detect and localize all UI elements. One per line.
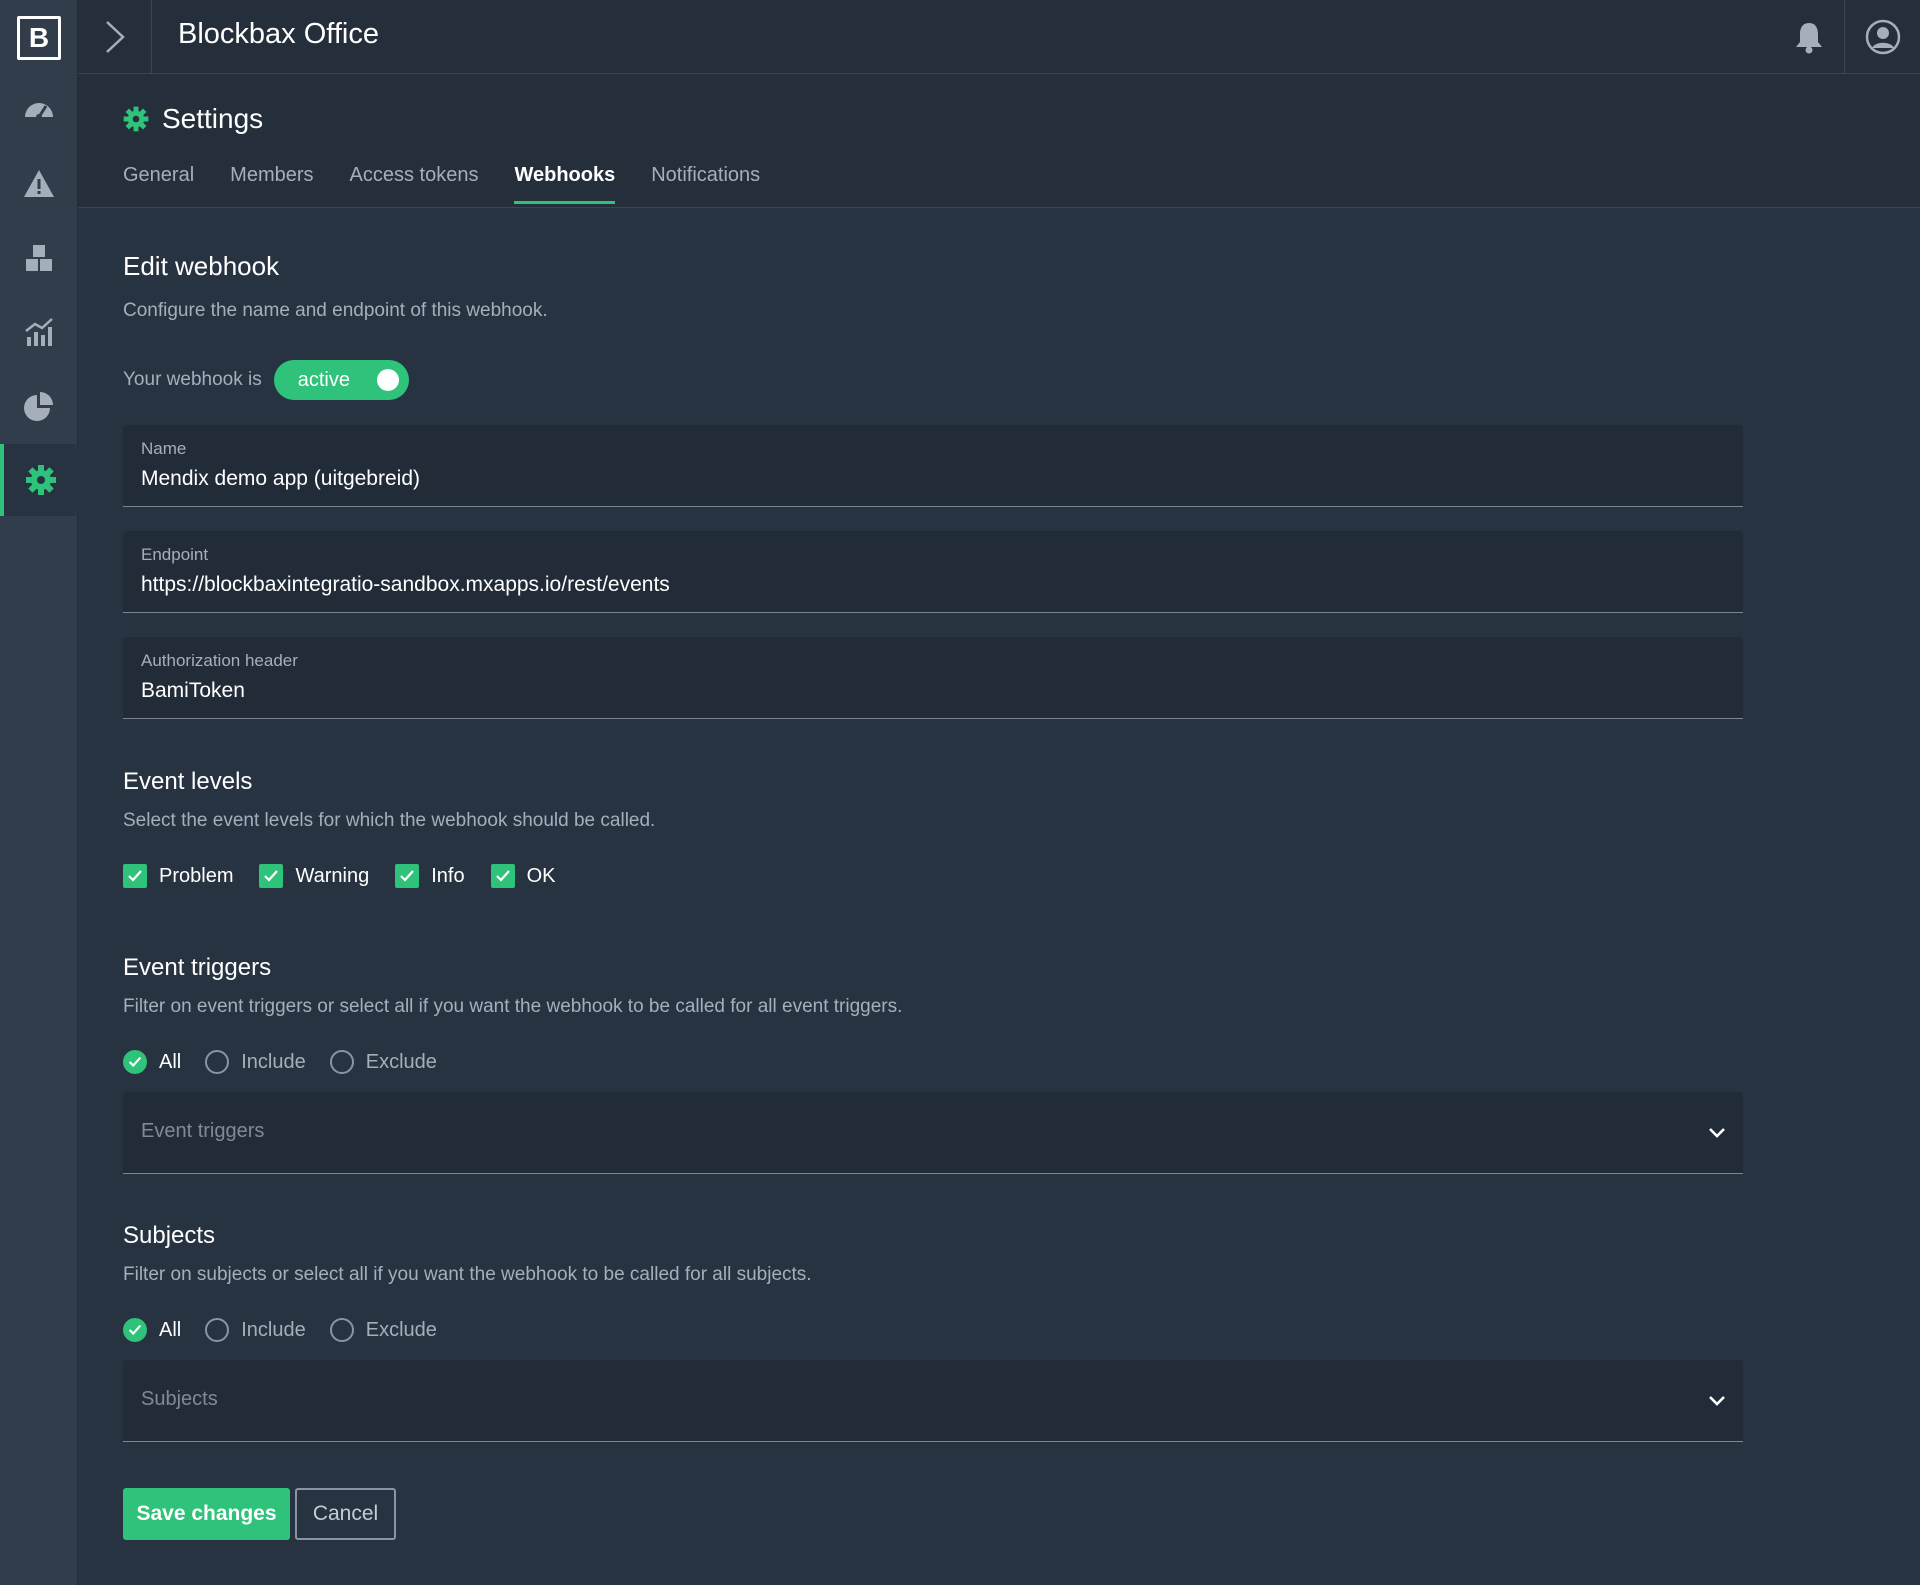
tab-members[interactable]: Members (230, 164, 313, 204)
form-title: Edit webhook (123, 251, 280, 281)
blocks-icon (26, 245, 52, 271)
event-levels-checkboxes: Problem Warning Info OK (123, 864, 581, 888)
chevron-right-icon (105, 21, 125, 53)
authorization-header-input[interactable]: BamiToken (141, 679, 1701, 703)
app-title: Blockbax Office (178, 18, 379, 50)
speedometer-icon (25, 103, 53, 120)
sidebar-item-subjects[interactable] (0, 222, 78, 294)
sidebar-item-dashboard[interactable] (0, 74, 78, 146)
checkbox-warning[interactable]: Warning (259, 864, 369, 888)
logo-letter: B (28, 22, 50, 53)
page-title: Settings (122, 103, 263, 135)
checkbox-problem[interactable]: Problem (123, 864, 233, 888)
toggle-knob (376, 369, 399, 391)
bell-icon (1796, 23, 1822, 54)
endpoint-input[interactable]: https://blockbaxintegratio-sandbox.mxapp… (141, 573, 1701, 597)
subjects-select[interactable]: Subjects (123, 1360, 1743, 1442)
radio-unselected-icon (205, 1050, 230, 1074)
radio-triggers-all[interactable]: All (123, 1050, 181, 1074)
name-field[interactable]: Name Mendix demo app (uitgebreid) (123, 425, 1743, 507)
expand-sidebar-button[interactable] (78, 0, 152, 74)
radio-selected-icon (123, 1318, 147, 1342)
radio-triggers-include[interactable]: Include (205, 1050, 306, 1074)
chevron-down-icon (1709, 1396, 1725, 1406)
radio-subjects-all[interactable]: All (123, 1318, 181, 1342)
radio-triggers-exclude[interactable]: Exclude (329, 1050, 437, 1074)
cancel-button[interactable]: Cancel (295, 1488, 396, 1540)
blockbax-logo[interactable]: B (17, 16, 61, 60)
radio-label: All (159, 1050, 182, 1073)
pie-chart-icon (24, 392, 53, 421)
subjects-title: Subjects (123, 1222, 216, 1249)
sidebar-item-settings[interactable] (0, 444, 78, 516)
settings-title-text: Settings (162, 103, 264, 134)
checkbox-checked-icon (123, 864, 147, 888)
checkbox-checked-icon (395, 864, 420, 888)
name-input[interactable]: Mendix demo app (uitgebreid) (141, 467, 1701, 491)
checkbox-label: Info (431, 864, 465, 887)
radio-label: Exclude (365, 1318, 437, 1341)
radio-label: All (159, 1318, 182, 1341)
checkbox-info[interactable]: Info (395, 864, 465, 888)
status-prefix: Your webhook is (123, 369, 262, 390)
checkbox-label: OK (526, 864, 556, 887)
subjects-radio-group: All Include Exclude (123, 1318, 461, 1342)
user-menu-button[interactable] (1844, 0, 1920, 74)
notifications-button[interactable] (1786, 14, 1832, 60)
sidebar-item-analytics[interactable] (0, 296, 78, 368)
user-avatar-icon (1865, 19, 1900, 55)
subjects-description: Filter on subjects or select all if you … (123, 1264, 812, 1285)
radio-label: Include (241, 1318, 306, 1341)
subjects-placeholder: Subjects (141, 1388, 218, 1410)
settings-header: Settings General Members Access tokens W… (78, 74, 1920, 208)
radio-unselected-icon (329, 1050, 354, 1074)
event-triggers-radio-group: All Include Exclude (123, 1050, 461, 1074)
sidebar: B (0, 0, 78, 1585)
active-toggle[interactable]: active (273, 360, 409, 400)
webhook-status-row: Your webhook is active (123, 360, 409, 400)
gear-icon (123, 106, 149, 132)
radio-label: Include (241, 1050, 306, 1073)
toggle-label: active (297, 368, 350, 391)
settings-tabs: General Members Access tokens Webhooks N… (123, 164, 760, 204)
endpoint-field-label: Endpoint (141, 545, 209, 564)
authorization-header-field[interactable]: Authorization header BamiToken (123, 637, 1743, 719)
sidebar-item-reports[interactable] (0, 370, 78, 442)
checkbox-checked-icon (490, 864, 515, 888)
radio-label: Exclude (365, 1050, 437, 1073)
checkbox-label: Warning (295, 864, 370, 887)
gear-icon (26, 465, 56, 495)
name-field-label: Name (141, 439, 187, 458)
radio-subjects-exclude[interactable]: Exclude (329, 1318, 437, 1342)
event-levels-description: Select the event levels for which the we… (123, 810, 656, 831)
endpoint-field[interactable]: Endpoint https://blockbaxintegratio-sand… (123, 531, 1743, 613)
top-bar: Blockbax Office (78, 0, 1920, 74)
radio-subjects-include[interactable]: Include (205, 1318, 306, 1342)
radio-selected-icon (123, 1050, 147, 1074)
warning-icon (24, 170, 54, 197)
save-changes-button[interactable]: Save changes (123, 1488, 290, 1540)
analytics-chart-icon (25, 318, 53, 346)
chevron-down-icon (1709, 1128, 1725, 1138)
tab-webhooks[interactable]: Webhooks (514, 164, 616, 204)
authorization-header-label: Authorization header (141, 651, 298, 670)
event-triggers-select[interactable]: Event triggers (123, 1092, 1743, 1174)
form-description: Configure the name and endpoint of this … (123, 300, 548, 321)
radio-unselected-icon (329, 1318, 354, 1342)
event-triggers-description: Filter on event triggers or select all i… (123, 996, 903, 1017)
event-levels-title: Event levels (123, 768, 253, 795)
tab-notifications[interactable]: Notifications (651, 164, 760, 204)
checkbox-checked-icon (259, 864, 284, 888)
tab-general[interactable]: General (123, 164, 194, 204)
event-triggers-placeholder: Event triggers (141, 1120, 265, 1142)
tab-access-tokens[interactable]: Access tokens (350, 164, 479, 204)
sidebar-item-events[interactable] (0, 148, 78, 220)
event-triggers-title: Event triggers (123, 954, 272, 981)
radio-unselected-icon (205, 1318, 230, 1342)
checkbox-label: Problem (159, 864, 234, 887)
checkbox-ok[interactable]: OK (490, 864, 556, 888)
